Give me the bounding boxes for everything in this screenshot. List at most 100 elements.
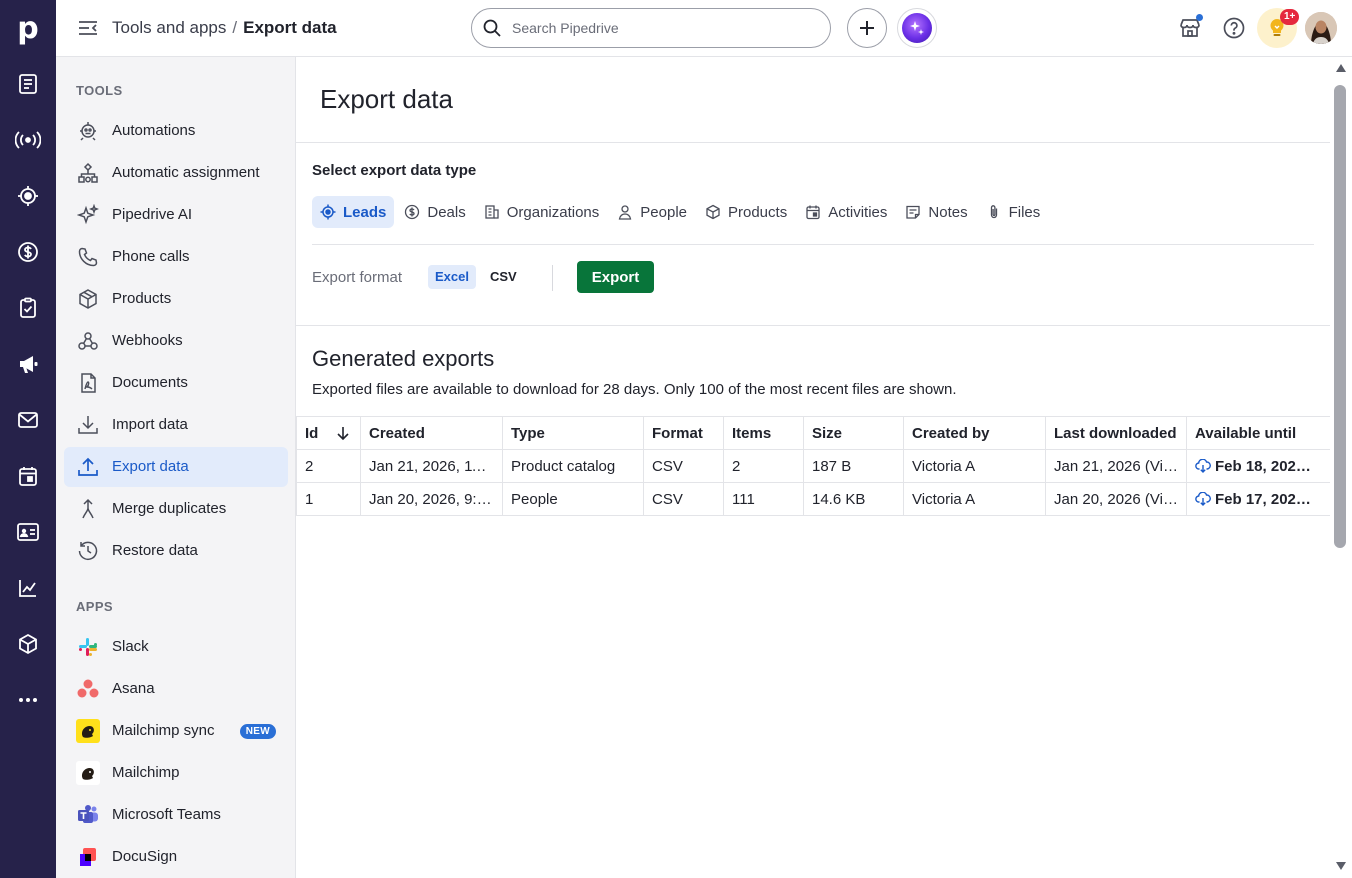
contacts-card-icon[interactable] [14, 518, 42, 546]
type-tab-activities[interactable]: Activities [797, 196, 895, 228]
download-link[interactable]: Feb 18, 202… [1186, 449, 1331, 483]
sidebar-item-import-data[interactable]: Import data [64, 405, 288, 445]
sidebar-item-label: Automations [112, 122, 196, 139]
search-box[interactable] [471, 8, 831, 48]
breadcrumb-current: Export data [243, 18, 337, 37]
type-tab-leads[interactable]: Leads [312, 196, 395, 228]
column-header-type[interactable]: Type [502, 416, 644, 450]
type-tab-files[interactable]: Files [978, 196, 1049, 228]
marketplace-dot [1196, 14, 1203, 21]
projects-clipboard-icon[interactable] [14, 294, 42, 322]
new-badge: NEW [239, 724, 276, 739]
deals-dollar-icon[interactable] [14, 238, 42, 266]
column-header-id[interactable]: Id [296, 416, 361, 450]
format-option-excel[interactable]: Excel [428, 265, 476, 289]
sidebar-item-webhooks[interactable]: Webhooks [64, 321, 288, 361]
more-dots-icon[interactable] [14, 686, 42, 714]
sidebar-item-automatic-assignment[interactable]: Automatic assignment [64, 153, 288, 193]
sidebar-item-restore-data[interactable]: Restore data [64, 531, 288, 571]
search-input[interactable] [512, 18, 812, 38]
column-header-items[interactable]: Items [723, 416, 804, 450]
sidebar-item-documents[interactable]: Documents [64, 363, 288, 403]
column-header-available-until[interactable]: Available until [1186, 416, 1331, 450]
products-box-icon[interactable] [14, 630, 42, 658]
column-header-size[interactable]: Size [803, 416, 904, 450]
export-button[interactable]: Export [577, 261, 654, 293]
cell-last-downloaded: Jan 20, 2026 (Vi… [1045, 482, 1187, 516]
sidebar-item-pipedrive-ai[interactable]: Pipedrive AI [64, 195, 288, 235]
type-tab-notes[interactable]: Notes [897, 196, 975, 228]
sidebar-item-label: Restore data [112, 542, 198, 559]
cell-created: Jan 21, 2026, 11:… [360, 449, 503, 483]
quick-add-button[interactable] [847, 8, 887, 48]
exports-table: Id Created Type Format Items Size Create… [296, 416, 1331, 516]
type-tab-label: Products [728, 203, 788, 221]
download-link[interactable]: Feb 17, 202… [1186, 482, 1331, 516]
sort-arrow-down-icon[interactable] [335, 425, 351, 441]
paperclip-icon [986, 204, 1002, 220]
campaigns-megaphone-icon[interactable] [14, 350, 42, 378]
sidebar-item-asana[interactable]: Asana [64, 669, 288, 709]
leads-inbox-icon[interactable] [14, 70, 42, 98]
scroll-down-arrow-icon[interactable] [1335, 861, 1347, 871]
sidebar-item-slack[interactable]: Slack [64, 627, 288, 667]
sidebar-item-mailchimp[interactable]: Mailchimp [64, 753, 288, 793]
type-tab-label: Deals [427, 203, 466, 221]
breadcrumb-parent-link[interactable]: Tools and apps [112, 18, 226, 37]
column-header-created[interactable]: Created [360, 416, 503, 450]
ai-assistant-button[interactable] [897, 8, 937, 48]
sidebar-item-mailchimp-sync[interactable]: Mailchimp sync NEW [64, 711, 288, 751]
sidebar-item-phone-calls[interactable]: Phone calls [64, 237, 288, 277]
sidebar-item-merge-duplicates[interactable]: Merge duplicates [64, 489, 288, 529]
format-option-csv[interactable]: CSV [483, 265, 524, 289]
mail-icon[interactable] [14, 406, 42, 434]
column-header-created-by[interactable]: Created by [903, 416, 1046, 450]
table-row: 2 Jan 21, 2026, 11:… Product catalog CSV… [296, 449, 1331, 483]
page-scrollbar[interactable] [1330, 57, 1352, 878]
type-tab-deals[interactable]: Deals [396, 196, 473, 228]
sidebar-item-label: Phone calls [112, 248, 190, 265]
sidebar-item-label: Webhooks [112, 332, 183, 349]
cell-type: Product catalog [502, 449, 644, 483]
ai-sparkle-icon [902, 13, 932, 43]
cell-format: CSV [643, 482, 724, 516]
search-icon [482, 18, 502, 38]
pipedrive-logo[interactable]: p [0, 0, 56, 56]
cell-size: 14.6 KB [803, 482, 904, 516]
column-header-format[interactable]: Format [643, 416, 724, 450]
dollar-icon [404, 204, 420, 220]
export-type-tabs: Leads Deals Organizations People Product… [312, 196, 1050, 228]
user-avatar[interactable] [1305, 12, 1337, 44]
cell-size: 187 B [803, 449, 904, 483]
live-signal-icon[interactable] [14, 126, 42, 154]
person-icon [617, 204, 633, 220]
cell-available-until: Feb 18, 202… [1215, 457, 1311, 475]
sidebar-item-automations[interactable]: Automations [64, 111, 288, 151]
sidebar-item-products[interactable]: Products [64, 279, 288, 319]
sidebar-item-docusign[interactable]: DocuSign [64, 837, 288, 877]
column-header-last-downloaded[interactable]: Last downloaded [1045, 416, 1187, 450]
sidebar-item-microsoft-teams[interactable]: Microsoft Teams [64, 795, 288, 835]
marketplace-store-icon[interactable] [1176, 14, 1204, 42]
collapse-menu-icon[interactable] [76, 16, 100, 40]
type-tab-products[interactable]: Products [697, 196, 795, 228]
phone-icon [76, 245, 100, 269]
target-icon[interactable] [14, 182, 42, 210]
cell-created-by: Victoria A [903, 482, 1046, 516]
type-tab-label: Leads [343, 203, 387, 221]
cloud-download-icon [1195, 491, 1211, 506]
help-icon[interactable] [1220, 14, 1248, 42]
type-tab-organizations[interactable]: Organizations [476, 196, 608, 228]
main-content: Export data Select export data type Lead… [296, 57, 1331, 878]
automation-robot-icon [76, 119, 100, 143]
type-tab-people[interactable]: People [609, 196, 695, 228]
calendar-icon[interactable] [14, 462, 42, 490]
cell-type: People [502, 482, 644, 516]
scrollbar-thumb[interactable] [1334, 85, 1346, 548]
sidebar-item-export-data[interactable]: Export data [64, 447, 288, 487]
scroll-up-arrow-icon[interactable] [1335, 63, 1347, 73]
building-icon [484, 204, 500, 220]
insights-chart-icon[interactable] [14, 574, 42, 602]
sidebar-item-label: Pipedrive AI [112, 206, 193, 223]
sidebar-item-label: Asana [112, 680, 155, 697]
